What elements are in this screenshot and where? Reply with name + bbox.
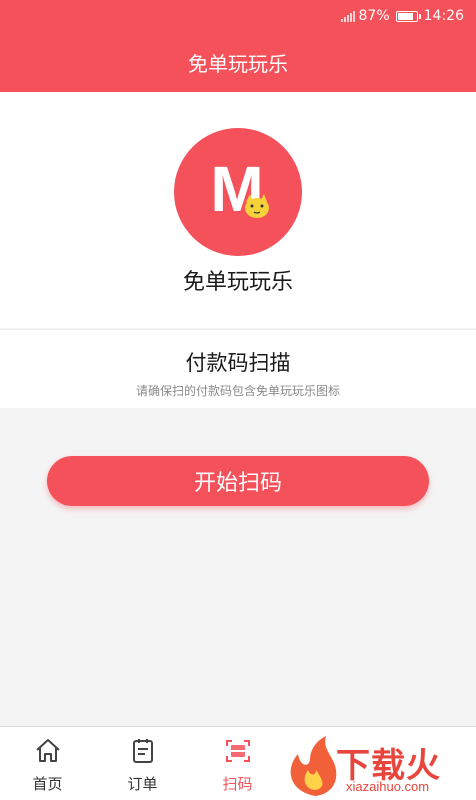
start-scan-button[interactable]: 开始扫码 <box>47 456 429 506</box>
scan-hint: 请确保扫的付款码包含免单玩玩乐图标 <box>135 384 340 398</box>
scan-info-section: 付款码扫描 请确保扫的付款码包含免单玩玩乐图标 <box>0 329 476 408</box>
tab-home[interactable]: 首页 <box>0 727 95 800</box>
clock: 14:26 <box>423 8 464 24</box>
tab-scan[interactable]: 扫码 <box>190 727 285 800</box>
app-name: 免单玩玩乐 <box>182 270 293 295</box>
page-title: 免单玩玩乐 <box>188 51 288 76</box>
signal-icon <box>340 10 355 22</box>
app-header: 87% 14:26 免单玩玩乐 <box>0 0 476 92</box>
order-icon <box>133 739 153 763</box>
home-icon <box>36 739 60 762</box>
watermark-url: xiazaihuo.com <box>346 779 430 794</box>
battery-percent: 87% <box>358 8 390 24</box>
tab-scan-label: 扫码 <box>222 775 253 793</box>
status-bar: 87% 14:26 <box>0 0 476 32</box>
scan-icon <box>226 740 250 762</box>
scan-title: 付款码扫描 <box>185 351 291 375</box>
tab-orders-label: 订单 <box>127 775 158 793</box>
tab-home-label: 首页 <box>32 775 63 793</box>
logo-mark-icon: M <box>210 153 269 225</box>
app-info-card: M 免单玩玩乐 <box>0 92 476 328</box>
app-logo: M <box>174 128 302 256</box>
battery-icon <box>395 10 421 22</box>
tab-orders[interactable]: 订单 <box>95 727 190 800</box>
